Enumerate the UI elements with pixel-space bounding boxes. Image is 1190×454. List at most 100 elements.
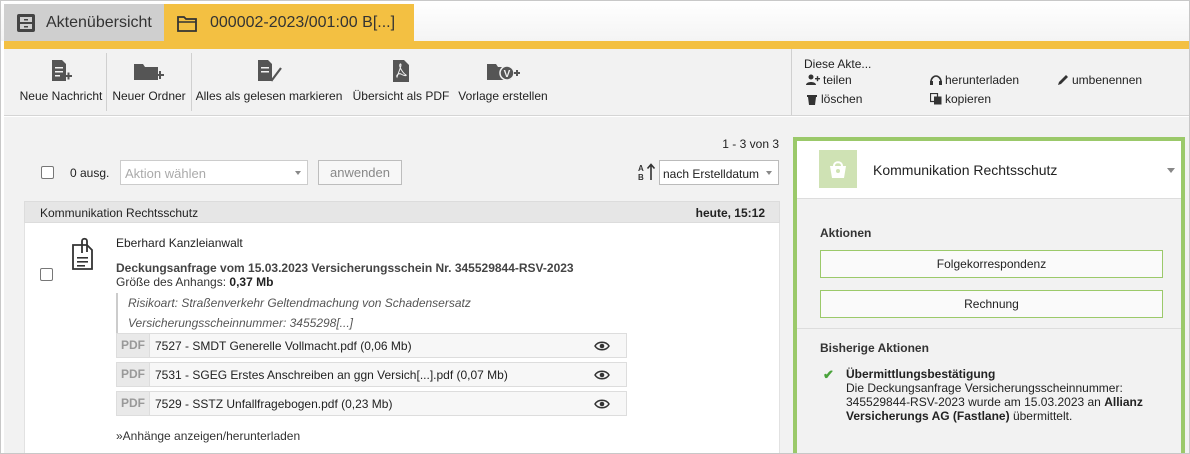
new-message-label: Neue Nachricht [19, 89, 103, 103]
rename-label: umbenennen [1072, 73, 1143, 87]
trash-icon [807, 95, 817, 105]
message-subject[interactable]: Deckungsanfrage vom 15.03.2023 Versicher… [116, 261, 574, 275]
chevron-down-icon [766, 171, 772, 175]
show-attachments-link[interactable]: »Anhänge anzeigen/herunterladen [116, 429, 300, 443]
new-folder-button[interactable]: Neuer Ordner [110, 49, 188, 115]
actions-section: Aktionen Folgekorrespondenz Rechnung [797, 199, 1181, 329]
detail-card: Kommunikation Rechtsschutz Aktionen Folg… [793, 137, 1185, 453]
share-link[interactable]: teilen [806, 73, 852, 87]
attachment-name[interactable]: 7527 - SMDT Generelle Vollmacht.pdf (0,0… [155, 339, 412, 353]
download-link[interactable]: herunterladen [930, 73, 1019, 87]
new-message-icon [52, 60, 72, 81]
tab-home-label: Aktenübersicht [46, 13, 152, 31]
copy-link[interactable]: kopieren [930, 92, 991, 106]
invoice-button[interactable]: Rechnung [820, 290, 1163, 318]
message-list-panel: 1 - 3 von 3 0 ausg. Aktion wählen anwend… [4, 117, 789, 453]
follow-up-button[interactable]: Folgekorrespondenz [820, 250, 1163, 278]
new-folder-label: Neuer Ordner [112, 89, 186, 103]
new-folder-icon [134, 64, 164, 80]
action-select[interactable]: Aktion wählen [120, 160, 308, 185]
actions-title: Aktionen [820, 226, 872, 240]
message-sender: Eberhard Kanzleianwalt [116, 236, 243, 250]
overview-pdf-button[interactable]: Übersicht als PDF [349, 49, 453, 115]
message-time: heute, 15:12 [695, 206, 765, 220]
pdf-badge: PDF [117, 363, 150, 386]
attachment-icon [72, 237, 93, 270]
history-text-part: Die Deckungsanfrage Versicherungsscheinn… [846, 381, 1123, 409]
toolbar-divider [106, 53, 107, 111]
pencil-icon [1058, 75, 1068, 85]
detail-header[interactable]: Kommunikation Rechtsschutz [797, 141, 1181, 199]
toolbar-divider [191, 53, 192, 111]
folder-icon [177, 15, 197, 32]
preview-line: Versicherungsscheinnummer: 3455298[...] [128, 316, 354, 330]
history-section: Bisherige Aktionen ✔ Übermittlungsbestät… [797, 329, 1181, 453]
tab-aktenuebersicht[interactable]: Aktenübersicht [4, 4, 174, 41]
create-template-label: Vorlage erstellen [458, 89, 548, 103]
detail-panel: Kommunikation Rechtsschutz Aktionen Folg… [789, 117, 1189, 453]
message-preview: Risikoart: Straßenverkehr Geltendmachung… [116, 293, 516, 333]
attachment-name[interactable]: 7529 - SSTZ Unfallfragebogen.pdf (0,23 M… [155, 397, 392, 411]
mark-all-read-label: Alles als gelesen markieren [195, 89, 343, 103]
insurance-icon [819, 150, 857, 188]
history-item-title: Übermittlungsbestätigung [846, 367, 996, 381]
sort-select-value: nach Erstelldatum [663, 167, 760, 181]
history-text-part: übermittelt. [1009, 409, 1073, 423]
attachment-name[interactable]: 7531 - SGEG Erstes Anschreiben an ggn Ve… [155, 368, 508, 382]
svg-text:V: V [504, 69, 511, 80]
sort-az-icon[interactable]: A B [637, 162, 657, 185]
tab-active-file[interactable]: 000002-2023/001:00 B[...] [164, 4, 414, 41]
share-label: teilen [823, 73, 852, 87]
copy-icon [930, 93, 942, 105]
rename-link[interactable]: umbenennen [1057, 73, 1142, 87]
overview-pdf-label: Übersicht als PDF [352, 89, 450, 103]
attachment-size: Größe des Anhangs: 0,37 Mb [116, 275, 273, 289]
chevron-down-icon[interactable] [1167, 168, 1175, 173]
action-select-value: Aktion wählen [125, 166, 206, 181]
svg-text:A: A [638, 164, 644, 173]
tab-bar: Aktenübersicht 000002-2023/001:00 B[...] [1, 1, 1189, 41]
pdf-badge: PDF [117, 392, 150, 415]
toolbar: Neue Nachricht Neuer Ordner Alles als ge… [4, 49, 1189, 116]
delete-link[interactable]: löschen [806, 92, 862, 106]
apply-button[interactable]: anwenden [318, 160, 402, 185]
akte-menu: Diese Akte... teilen löschen herunterlad… [791, 49, 1189, 115]
download-icon [930, 75, 942, 85]
mark-all-read-button[interactable]: Alles als gelesen markieren [194, 49, 344, 115]
template-icon: V [487, 64, 520, 81]
eye-icon[interactable] [594, 340, 610, 352]
attachment-row[interactable]: PDF 7527 - SMDT Generelle Vollmacht.pdf … [116, 333, 627, 358]
attachment-row[interactable]: PDF 7531 - SGEG Erstes Anschreiben an gg… [116, 362, 627, 387]
copy-label: kopieren [945, 92, 992, 106]
pdf-badge: PDF [117, 334, 150, 357]
message-checkbox[interactable] [40, 268, 53, 281]
create-template-button[interactable]: V Vorlage erstellen [456, 49, 550, 115]
akte-menu-title: Diese Akte... [804, 57, 872, 71]
delete-label: löschen [821, 92, 863, 106]
message-group-header: Kommunikation Rechtsschutz heute, 15:12 [24, 201, 780, 223]
preview-line: Risikoart: Straßenverkehr Geltendmachung… [128, 296, 471, 310]
eye-icon[interactable] [594, 369, 610, 381]
detail-title: Kommunikation Rechtsschutz [873, 162, 1058, 178]
new-message-button[interactable]: Neue Nachricht [16, 49, 106, 115]
tab-underline [4, 41, 1189, 49]
download-label: herunterladen [945, 73, 1020, 87]
app-window: Aktenübersicht 000002-2023/001:00 B[...]… [0, 0, 1190, 454]
pdf-icon [393, 60, 409, 82]
select-all-checkbox[interactable] [41, 166, 54, 179]
sort-select[interactable]: nach Erstelldatum [659, 160, 779, 185]
share-icon [806, 74, 820, 85]
attachment-size-value: 0,37 Mb [229, 275, 274, 289]
history-title: Bisherige Aktionen [820, 341, 929, 355]
attachment-row[interactable]: PDF 7529 - SSTZ Unfallfragebogen.pdf (0,… [116, 391, 627, 416]
cabinet-icon [17, 13, 35, 32]
check-icon: ✔ [823, 367, 834, 382]
mark-read-icon [258, 60, 282, 82]
tab-active-label: 000002-2023/001:00 B[...] [210, 13, 396, 31]
message-item[interactable]: Eberhard Kanzleianwalt Deckungsanfrage v… [24, 223, 780, 453]
selected-count: 0 ausg. [70, 166, 110, 180]
eye-icon[interactable] [594, 398, 610, 410]
message-group-label: Kommunikation Rechtsschutz [40, 206, 199, 220]
attachment-size-label: Größe des Anhangs: [116, 275, 227, 289]
result-count: 1 - 3 von 3 [722, 137, 779, 151]
